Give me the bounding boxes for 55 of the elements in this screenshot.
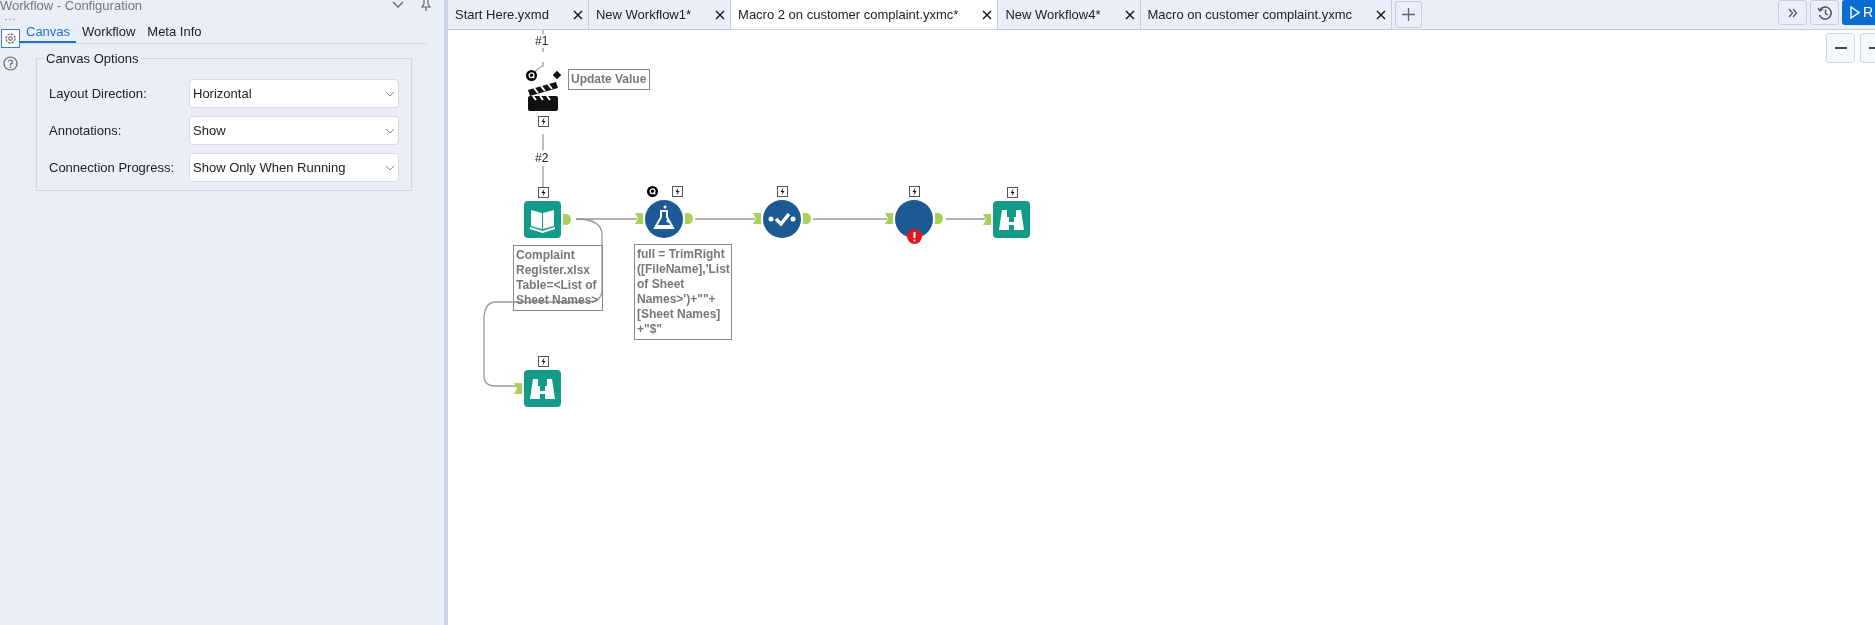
connection-line [542, 134, 544, 150]
chevron-down-icon[interactable] [392, 1, 404, 9]
help-icon[interactable] [2, 56, 18, 71]
plus-icon [1402, 8, 1415, 21]
panel-tab[interactable]: Meta Info [141, 24, 208, 43]
binoculars-icon[interactable] [524, 370, 561, 407]
field-label: Connection Progress: [49, 158, 175, 177]
lightning-icon [538, 116, 549, 127]
chevron-down-icon [385, 90, 395, 97]
lightning-icon [1006, 187, 1018, 198]
new-tab-button[interactable] [1395, 1, 1422, 28]
binoculars-icon[interactable] [993, 201, 1030, 238]
connection-line [695, 218, 755, 220]
annotation[interactable]: full = TrimRight ([FileName],'List of Sheet Names>')+""+ [Sheet Names] +"$" [634, 244, 732, 340]
book-icon[interactable] [524, 201, 561, 238]
close-icon[interactable] [1376, 9, 1386, 20]
dropdown[interactable]: Show [189, 116, 399, 145]
dropdown[interactable]: Show Only When Running [189, 153, 399, 182]
annotation[interactable]: Update Value [568, 69, 650, 90]
dropdown[interactable]: Horizontal [189, 79, 399, 108]
history-button[interactable] [1810, 0, 1839, 25]
more-tabs-button[interactable] [1778, 0, 1807, 25]
close-icon[interactable] [715, 9, 726, 20]
tool-node-icon[interactable] [895, 200, 933, 238]
field-label: Layout Direction: [49, 84, 148, 103]
minus-icon [1834, 47, 1847, 49]
zoom-out-button[interactable] [1826, 33, 1855, 63]
lightning-icon [777, 186, 788, 197]
chevron-down-icon [385, 164, 395, 171]
lightning-icon [909, 186, 920, 197]
field-label: Annotations: [49, 121, 123, 140]
group-title: Canvas Options [44, 51, 141, 67]
clapperboard-icon[interactable] [526, 70, 562, 112]
panel-title: Workflow - Configuration [0, 0, 143, 12]
flask-icon[interactable] [645, 200, 683, 238]
document-tab[interactable]: Macro 2 on customer complaint.yxmc* [731, 0, 999, 29]
play-icon [1850, 6, 1860, 19]
close-icon[interactable] [1124, 9, 1135, 20]
checkmark-icon[interactable] [763, 200, 801, 238]
connection-label: #2 [535, 151, 549, 165]
lightning-icon [537, 187, 549, 198]
connection-line [946, 218, 985, 220]
settings-icon[interactable] [0, 29, 20, 48]
connection-label: #1 [535, 34, 549, 48]
panel-tab[interactable]: Workflow [76, 24, 142, 43]
close-icon[interactable] [982, 9, 993, 20]
run-button[interactable]: R [1842, 0, 1875, 25]
chevron-down-icon [385, 127, 395, 134]
close-icon[interactable] [572, 9, 583, 20]
lightning-icon [672, 186, 683, 197]
double-chevron-icon [1787, 7, 1798, 18]
lightning-icon [537, 356, 549, 367]
history-icon [1816, 4, 1833, 21]
panel-tab[interactable]: Canvas [20, 24, 77, 43]
pin-icon[interactable] [420, 0, 432, 11]
